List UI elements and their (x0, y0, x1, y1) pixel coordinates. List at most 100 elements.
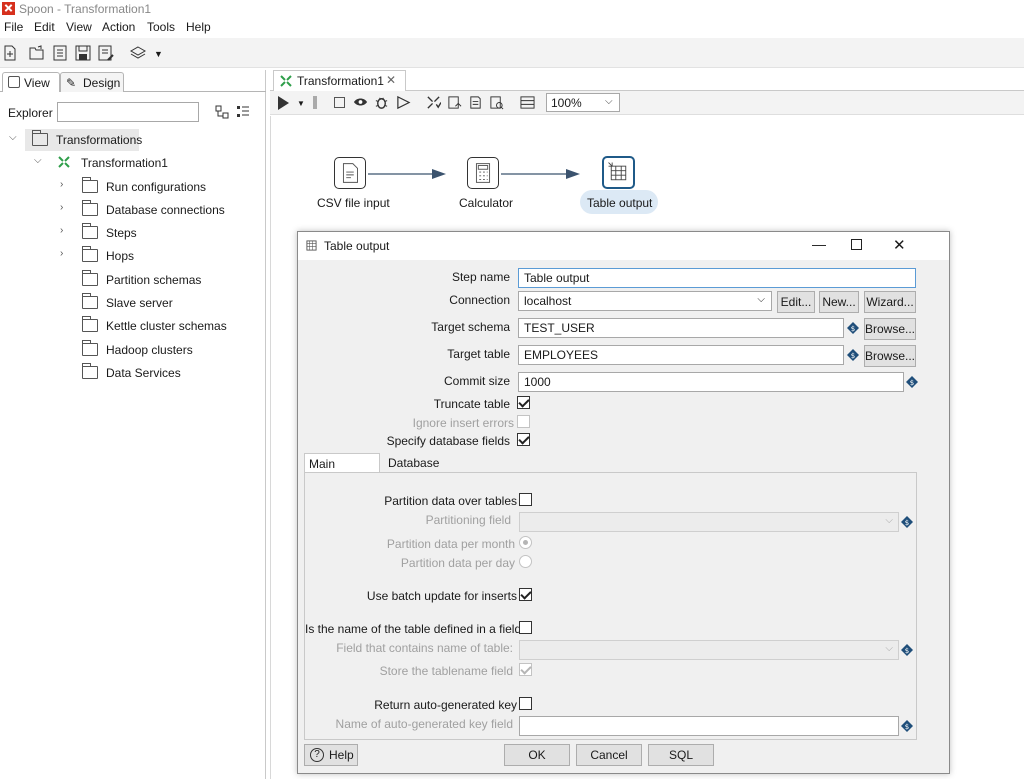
variable-icon[interactable]: $ (847, 349, 859, 361)
tree-item-transformations[interactable]: ⌵ Transformations (0, 129, 266, 151)
tree-item-transformation1[interactable]: ⌵ Transformation1 (0, 152, 266, 174)
chevron-down-icon[interactable]: ⌵ (34, 156, 44, 166)
ok-button[interactable]: OK (504, 744, 570, 766)
variable-icon[interactable]: $ (901, 516, 913, 528)
tree-item-partition-schemas[interactable]: Partition schemas (0, 269, 266, 291)
debug-bug-icon[interactable] (374, 95, 389, 110)
browse-table-button[interactable]: Browse... (864, 345, 916, 367)
replay-icon[interactable] (396, 95, 411, 110)
key-field-input[interactable] (519, 716, 899, 736)
menu-help[interactable]: Help (186, 20, 211, 34)
partitioning-field-select[interactable]: ⌵ (519, 512, 899, 532)
explore-repository-icon[interactable] (52, 45, 68, 61)
step-csv-file-input[interactable] (334, 157, 366, 189)
preview-eye-icon[interactable] (353, 96, 368, 108)
cancel-button[interactable]: Cancel (576, 744, 642, 766)
tree-item-database-connections[interactable]: › Database connections (0, 199, 266, 221)
variable-icon[interactable]: $ (901, 644, 913, 656)
save-icon[interactable] (75, 45, 91, 61)
run-dropdown-icon[interactable]: ▼ (297, 99, 305, 108)
tree-item-hadoop-clusters[interactable]: Hadoop clusters (0, 339, 266, 361)
tree-item-data-services[interactable]: Data Services (0, 362, 266, 384)
menu-edit[interactable]: Edit (34, 20, 55, 34)
chevron-down-icon[interactable]: ⌵ (605, 96, 613, 107)
explorer-search-input[interactable] (57, 102, 199, 122)
tree-item-run-configurations[interactable]: › Run configurations (0, 176, 266, 198)
connection-select[interactable]: localhost ⌵ (518, 291, 772, 311)
menu-view[interactable]: View (66, 20, 92, 34)
tree-item-hops[interactable]: › Hops (0, 245, 266, 267)
tree-item-steps[interactable]: › Steps (0, 222, 266, 244)
variable-icon[interactable]: $ (901, 720, 913, 732)
chevron-down-icon[interactable]: ⌵ (885, 515, 893, 526)
explore-db-icon[interactable] (489, 95, 504, 110)
expand-all-icon[interactable] (236, 105, 250, 119)
layers-icon[interactable] (129, 45, 147, 61)
target-schema-input[interactable]: TEST_USER (518, 318, 844, 338)
svg-text:$: $ (851, 352, 855, 360)
new-connection-button[interactable]: New... (819, 291, 859, 313)
variable-icon[interactable]: $ (847, 322, 859, 334)
step-name-input[interactable]: Table output (518, 268, 916, 288)
step-calculator[interactable] (467, 157, 499, 189)
tree-item-kettle-cluster-schemas[interactable]: Kettle cluster schemas (0, 315, 266, 337)
verify-icon[interactable] (426, 95, 442, 110)
new-file-icon[interactable] (2, 45, 18, 61)
minimize-icon[interactable]: — (812, 236, 826, 252)
target-table-input[interactable]: EMPLOYEES (518, 345, 844, 365)
tab-design[interactable]: ✎ Design (60, 72, 124, 92)
ignore-insert-errors-checkbox[interactable] (517, 415, 530, 428)
layers-dropdown-icon[interactable]: ▼ (154, 49, 163, 59)
maximize-icon[interactable] (851, 239, 862, 250)
tree-item-slave-server[interactable]: Slave server (0, 292, 266, 314)
stop-icon[interactable] (334, 97, 345, 108)
partition-over-tables-checkbox[interactable] (519, 493, 532, 506)
return-key-checkbox[interactable] (519, 697, 532, 710)
edit-connection-button[interactable]: Edit... (777, 291, 815, 313)
table-name-in-field-label: Is the name of the table defined in a fi… (305, 622, 528, 636)
chevron-down-icon[interactable]: ⌵ (885, 643, 893, 654)
tab-view[interactable]: View (2, 72, 60, 92)
field-contains-table-name-select[interactable]: ⌵ (519, 640, 899, 660)
sql-button[interactable]: SQL (648, 744, 714, 766)
pause-icon[interactable] (313, 96, 317, 109)
zoom-select[interactable]: 100% ⌵ (546, 93, 620, 112)
store-tablename-checkbox[interactable] (519, 663, 532, 676)
run-icon[interactable] (278, 96, 289, 110)
key-field-label: Name of auto-generated key field (335, 717, 513, 731)
hop-csv-to-calculator[interactable] (368, 169, 446, 179)
truncate-table-checkbox[interactable] (517, 396, 530, 409)
open-folder-icon[interactable] (29, 45, 45, 61)
chevron-down-icon[interactable]: ⌵ (9, 133, 19, 143)
commit-size-input[interactable]: 1000 (518, 372, 904, 392)
show-results-icon[interactable] (520, 95, 535, 110)
partition-per-month-radio[interactable] (519, 536, 532, 549)
menu-action[interactable]: Action (102, 20, 135, 34)
chevron-right-icon[interactable]: › (60, 203, 70, 213)
help-button[interactable]: ? Help (304, 744, 358, 766)
collapse-all-icon[interactable] (215, 105, 229, 119)
chevron-down-icon[interactable]: ⌵ (757, 294, 765, 305)
impact-icon[interactable] (447, 95, 462, 110)
wizard-button[interactable]: Wizard... (864, 291, 916, 313)
close-tab-icon[interactable]: ✕ (386, 73, 396, 87)
sql-icon[interactable] (468, 95, 483, 110)
step-table-output[interactable] (602, 156, 635, 189)
tab-main-options[interactable]: Main options (304, 453, 380, 485)
close-icon[interactable]: ✕ (893, 236, 906, 254)
variable-icon[interactable]: $ (906, 376, 918, 388)
batch-update-checkbox[interactable] (519, 588, 532, 601)
browse-schema-button[interactable]: Browse... (864, 318, 916, 340)
menu-tools[interactable]: Tools (147, 20, 175, 34)
hop-calculator-to-table-output[interactable] (501, 169, 580, 179)
partition-per-day-radio[interactable] (519, 555, 532, 568)
chevron-right-icon[interactable]: › (60, 249, 70, 259)
save-as-icon[interactable] (98, 45, 114, 61)
chevron-right-icon[interactable]: › (60, 226, 70, 236)
tab-transformation1[interactable]: Transformation1 ✕ (273, 70, 406, 91)
menu-file[interactable]: File (4, 20, 23, 34)
chevron-right-icon[interactable]: › (60, 180, 70, 190)
tab-database-fields[interactable]: Database fields (384, 453, 470, 484)
specify-database-fields-checkbox[interactable] (517, 433, 530, 446)
table-name-in-field-checkbox[interactable] (519, 621, 532, 634)
